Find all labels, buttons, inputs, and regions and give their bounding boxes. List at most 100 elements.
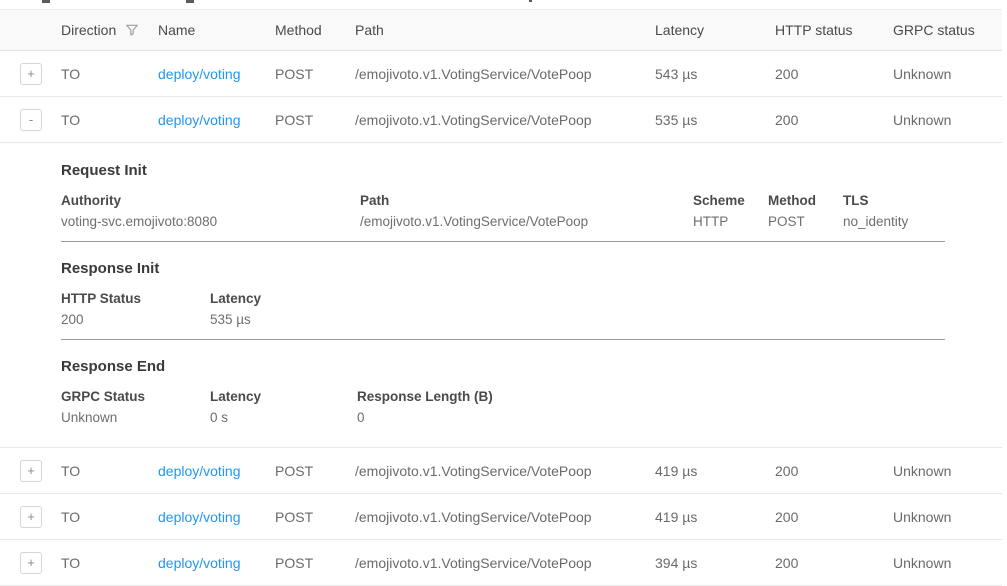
field-label: Response Length (B) xyxy=(357,390,945,404)
name-link[interactable]: deploy/voting xyxy=(158,463,241,479)
column-header-name: Name xyxy=(158,22,275,38)
field-value: HTTP xyxy=(693,215,768,229)
path-cell: /emojivoto.v1.VotingService/VotePoop xyxy=(355,555,655,571)
table-row: + TO deploy/voting POST /emojivoto.v1.Vo… xyxy=(0,51,1002,97)
expand-cell: + xyxy=(0,63,61,85)
field-label: Authority xyxy=(61,194,360,208)
latency-cell: 419 µs xyxy=(655,463,775,479)
filter-icon[interactable] xyxy=(125,23,139,37)
field-value: 0 xyxy=(357,411,945,425)
grpc-status-cell: Unknown xyxy=(893,509,1002,525)
column-header-direction: Direction xyxy=(61,22,158,38)
table-row: + TO deploy/voting POST /emojivoto.v1.Vo… xyxy=(0,540,1002,586)
table-header-row: Direction Name Method Path Latency HTTP … xyxy=(0,9,1002,51)
expand-cell: + xyxy=(0,552,61,574)
grpc-status-cell: Unknown xyxy=(893,555,1002,571)
direction-cell: TO xyxy=(61,555,158,571)
direction-cell: TO xyxy=(61,509,158,525)
http-status-cell: 200 xyxy=(775,112,893,128)
request-detail-panel: Request Init Authority voting-svc.emojiv… xyxy=(0,143,1002,448)
http-status-cell: 200 xyxy=(775,555,893,571)
expand-cell: + xyxy=(0,460,61,482)
field-value: no_identity xyxy=(843,215,945,229)
direction-cell: TO xyxy=(61,112,158,128)
method-field: Method POST xyxy=(768,194,843,229)
column-header-http-status: HTTP status xyxy=(775,22,893,38)
response-init-section: Response Init HTTP Status 200 Latency 53… xyxy=(61,242,945,340)
latency-cell: 394 µs xyxy=(655,555,775,571)
field-label: Method xyxy=(768,194,843,208)
field-value: 200 xyxy=(61,313,210,327)
name-link[interactable]: deploy/voting xyxy=(158,66,241,82)
field-label: Latency xyxy=(210,390,357,404)
field-value: 0 s xyxy=(210,411,357,425)
field-value: Unknown xyxy=(61,411,210,425)
column-header-label: Direction xyxy=(61,22,116,38)
expand-row-button[interactable]: + xyxy=(20,552,42,574)
path-cell: /emojivoto.v1.VotingService/VotePoop xyxy=(355,112,655,128)
http-status-cell: 200 xyxy=(775,463,893,479)
section-title: Response Init xyxy=(61,242,945,277)
cropped-top-row xyxy=(0,0,1002,9)
field-label: Path xyxy=(360,194,693,208)
column-header-path: Path xyxy=(355,22,655,38)
response-end-section: Response End GRPC Status Unknown Latency… xyxy=(61,340,945,447)
expand-row-button[interactable]: + xyxy=(20,63,42,85)
response-length-field: Response Length (B) 0 xyxy=(357,390,945,425)
latency-cell: 543 µs xyxy=(655,66,775,82)
name-link[interactable]: deploy/voting xyxy=(158,555,241,571)
expand-row-button[interactable]: + xyxy=(20,460,42,482)
http-status-cell: 200 xyxy=(775,66,893,82)
latency-field: Latency 0 s xyxy=(210,390,357,425)
method-cell: POST xyxy=(275,112,355,128)
section-title: Request Init xyxy=(61,143,945,179)
field-value: voting-svc.emojivoto:8080 xyxy=(61,215,360,229)
request-init-section: Request Init Authority voting-svc.emojiv… xyxy=(61,143,945,242)
latency-cell: 419 µs xyxy=(655,509,775,525)
collapse-row-button[interactable]: - xyxy=(20,109,42,131)
table-row-expanded: - TO deploy/voting POST /emojivoto.v1.Vo… xyxy=(0,97,1002,143)
column-header-latency: Latency xyxy=(655,22,775,38)
method-cell: POST xyxy=(275,555,355,571)
path-cell: /emojivoto.v1.VotingService/VotePoop xyxy=(355,509,655,525)
direction-cell: TO xyxy=(61,463,158,479)
field-value: /emojivoto.v1.VotingService/VotePoop xyxy=(360,215,693,229)
method-cell: POST xyxy=(275,509,355,525)
tap-results-table: Direction Name Method Path Latency HTTP … xyxy=(0,0,1002,586)
section-title: Response End xyxy=(61,340,945,375)
latency-cell: 535 µs xyxy=(655,112,775,128)
grpc-status-cell: Unknown xyxy=(893,463,1002,479)
cropped-text-fragment xyxy=(186,0,194,3)
path-field: Path /emojivoto.v1.VotingService/VotePoo… xyxy=(360,194,693,229)
cropped-text-fragment xyxy=(529,0,532,2)
direction-cell: TO xyxy=(61,66,158,82)
grpc-status-cell: Unknown xyxy=(893,112,1002,128)
field-value: 535 µs xyxy=(210,313,945,327)
method-cell: POST xyxy=(275,66,355,82)
scheme-field: Scheme HTTP xyxy=(693,194,768,229)
name-link[interactable]: deploy/voting xyxy=(158,112,241,128)
column-header-method: Method xyxy=(275,22,355,38)
cropped-text-fragment xyxy=(42,0,50,3)
method-cell: POST xyxy=(275,463,355,479)
field-label: TLS xyxy=(843,194,945,208)
path-cell: /emojivoto.v1.VotingService/VotePoop xyxy=(355,66,655,82)
name-link[interactable]: deploy/voting xyxy=(158,509,241,525)
http-status-field: HTTP Status 200 xyxy=(61,292,210,327)
column-header-grpc-status: GRPC status xyxy=(893,22,1002,38)
grpc-status-field: GRPC Status Unknown xyxy=(61,390,210,425)
field-label: Latency xyxy=(210,292,945,306)
field-label: GRPC Status xyxy=(61,390,210,404)
path-cell: /emojivoto.v1.VotingService/VotePoop xyxy=(355,463,655,479)
table-row: + TO deploy/voting POST /emojivoto.v1.Vo… xyxy=(0,494,1002,540)
grpc-status-cell: Unknown xyxy=(893,66,1002,82)
authority-field: Authority voting-svc.emojivoto:8080 xyxy=(61,194,360,229)
latency-field: Latency 535 µs xyxy=(210,292,945,327)
field-label: HTTP Status xyxy=(61,292,210,306)
expand-cell: - xyxy=(0,109,61,131)
field-label: Scheme xyxy=(693,194,768,208)
expand-row-button[interactable]: + xyxy=(20,506,42,528)
expand-cell: + xyxy=(0,506,61,528)
http-status-cell: 200 xyxy=(775,509,893,525)
field-value: POST xyxy=(768,215,843,229)
